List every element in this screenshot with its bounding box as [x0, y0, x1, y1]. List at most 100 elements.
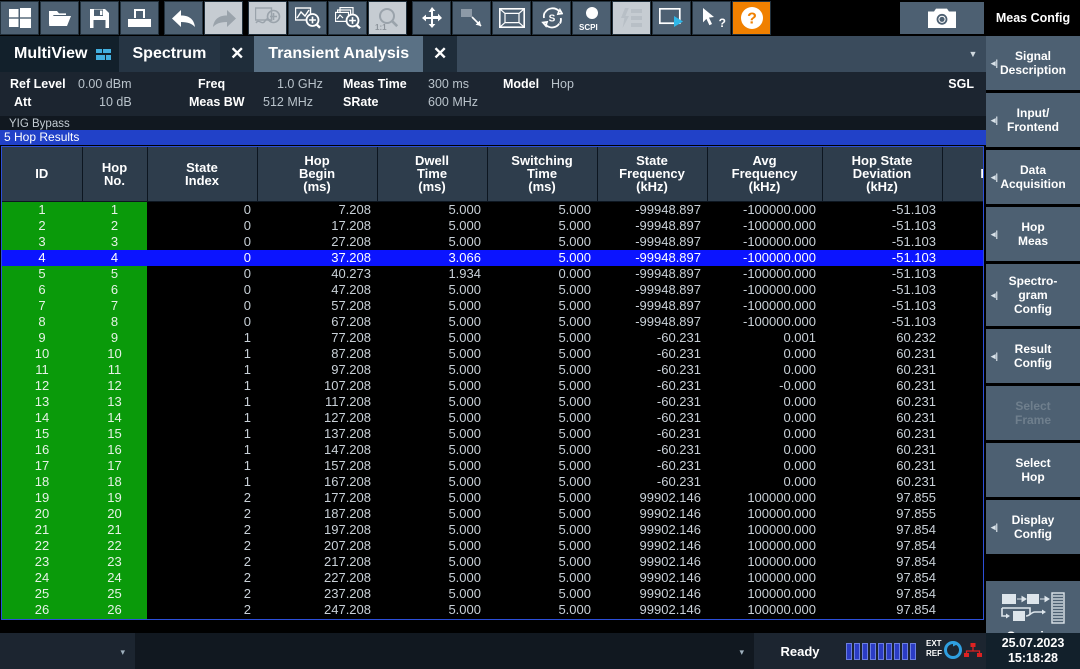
sequencer-icon[interactable]: S [532, 1, 571, 35]
save-as-printer-icon[interactable] [120, 1, 159, 35]
cell-id: 4 [2, 249, 82, 266]
cell-hop-no: 16 [82, 441, 147, 458]
table-row[interactable]: 22 22 2 207.208 5.000 5.000 99902.146 100000.00… [2, 537, 983, 554]
cell-dwell-time: 5.000 [377, 521, 487, 538]
cell-dwell-time: 5.000 [377, 361, 487, 378]
windows-start-icon[interactable] [0, 1, 39, 35]
softkey-data-acquisition[interactable]: ◂| Data Acquisition [986, 150, 1080, 204]
table-row[interactable]: 3 3 0 27.208 5.000 5.000 -99948.897 -100000.000… [2, 233, 983, 250]
table-row[interactable]: 23 23 2 217.208 5.000 5.000 99902.146 100000.00… [2, 553, 983, 570]
tab-spectrum[interactable]: Spectrum [118, 36, 221, 72]
table-row[interactable]: 12 12 1 107.208 5.000 5.000 -60.231 -0.000 60.23… [2, 377, 983, 394]
cell-relative-frequency [942, 393, 983, 410]
table-row[interactable]: 1 1 0 7.208 5.000 5.000 -99948.897 -100000.000-… [2, 201, 983, 218]
table-row[interactable]: 24 24 2 227.208 5.000 5.000 99902.146 100000.00… [2, 569, 983, 586]
cell-avg-frequency: 100000.000 [707, 617, 822, 619]
screenshot-camera-button[interactable] [900, 2, 984, 34]
select-marker-icon[interactable] [452, 1, 491, 35]
table-row[interactable]: 13 13 1 117.208 5.000 5.000 -60.231 0.000 60.231 [2, 393, 983, 410]
table-header-state-frequency[interactable]: State Frequency (kHz) [597, 147, 708, 202]
table-row[interactable]: 16 16 1 147.208 5.000 5.000 -60.231 0.000 60.231 [2, 441, 983, 458]
table-row[interactable]: 6 6 0 47.208 5.000 5.000 -99948.897 -100000.000… [2, 281, 983, 298]
softkey-display-config[interactable]: ◂| Display Config [986, 500, 1080, 554]
table-header-id[interactable]: ID [2, 147, 83, 202]
table-row[interactable]: 10 10 1 87.208 5.000 5.000 -60.231 0.000 60.231 [2, 345, 983, 362]
table-header-hop-begin[interactable]: Hop Begin (ms) [257, 147, 378, 202]
table-row[interactable]: 15 15 1 137.208 5.000 5.000 -60.231 0.000 60.231 [2, 425, 983, 442]
cell-switching-time: 5.000 [487, 393, 597, 410]
table-header-avg-frequency[interactable]: Avg Frequency (kHz) [707, 147, 823, 202]
table-row[interactable]: 18 18 1 167.208 5.000 5.000 -60.231 0.000 60.231 [2, 473, 983, 490]
window-run-icon[interactable] [652, 1, 691, 35]
submenu-arrow-icon: ◂| [991, 351, 999, 361]
header-line: (ms) [528, 179, 556, 195]
cell-id: 8 [2, 313, 82, 330]
cell-switching-time: 5.000 [487, 457, 597, 474]
tab-multiview[interactable]: MultiView [0, 36, 119, 72]
table-header-hop-no[interactable]: Hop No. [82, 147, 148, 202]
pointer-help-icon[interactable]: ? [692, 1, 731, 35]
cell-state-frequency: 99902.146 [597, 553, 707, 570]
table-header-state-index[interactable]: State Index [147, 147, 258, 202]
cell-hop-no: 3 [82, 233, 147, 250]
fullscreen-icon[interactable] [492, 1, 531, 35]
cell-state-frequency: -99948.897 [597, 297, 707, 314]
ref-level-value: 0.00 dBm [78, 77, 132, 91]
cell-avg-frequency: -100000.000 [707, 281, 822, 298]
scpi-recorder-icon[interactable]: SCPI [572, 1, 611, 35]
table-row[interactable]: 21 21 2 197.208 5.000 5.000 99902.146 100000.00… [2, 521, 983, 538]
softkey-input-frontend[interactable]: ◂| Input/Frontend [986, 93, 1080, 147]
table-row[interactable]: 27272257.2085.0005.00099902.146100000.00… [2, 617, 983, 619]
softkey-result-config[interactable]: ◂| Result Config [986, 329, 1080, 383]
table-row[interactable]: 5 5 0 40.273 1.934 0.000 -99948.897 -100000.000… [2, 265, 983, 282]
cell-hop-no: 14 [82, 409, 147, 426]
open-folder-icon[interactable] [40, 1, 79, 35]
cell-relative-frequency [942, 553, 983, 570]
single-zoom-icon[interactable] [288, 1, 327, 35]
status-bar-message-field[interactable]: ▾ [135, 633, 754, 669]
table-row[interactable]: 17 17 1 157.208 5.000 5.000 -60.231 0.000 60.231 [2, 457, 983, 474]
save-disk-icon[interactable] [80, 1, 119, 35]
header-line: (ms) [303, 179, 331, 195]
table-row[interactable]: 19 19 2 177.208 5.000 5.000 99902.146 100000.00… [2, 489, 983, 506]
table-row[interactable]: 8 8 0 67.208 5.000 5.000 -99948.897 -100000.000… [2, 313, 983, 330]
table-header-hop-state-deviation[interactable]: Hop State Deviation (kHz) [822, 147, 943, 202]
softkey-label: Data Acquisition [1000, 163, 1066, 191]
cell-state-frequency: -60.231 [597, 361, 707, 378]
cell-switching-time: 5.000 [487, 489, 597, 506]
table-row[interactable]: 26 26 2 247.208 5.000 5.000 99902.146 100000.00… [2, 601, 983, 618]
softkey-spectro-gram-config[interactable]: ◂| Spectro-gram Config [986, 264, 1080, 326]
table-header-relative-frequency[interactable]: RelatFreque(kHz [942, 147, 983, 202]
table-row[interactable]: 11 11 1 97.208 5.000 5.000 -60.231 0.000 60.231 [2, 361, 983, 378]
softkey-signal-description[interactable]: ◂| Signal Description [986, 36, 1080, 90]
table-header-switching-time[interactable]: Switching Time (ms) [487, 147, 598, 202]
table-row[interactable]: 20 20 2 187.208 5.000 5.000 99902.146 100000.00… [2, 505, 983, 522]
chevron-down-icon[interactable]: ▼ [960, 49, 986, 59]
tab-spectrum-close-icon[interactable]: ✕ [220, 36, 255, 72]
table-header-dwell-time[interactable]: Dwell Time (ms) [377, 147, 488, 202]
table-row[interactable]: 4 4 0 37.208 3.066 5.000 -99948.897 -100000.000… [2, 249, 983, 266]
tab-transient-close-icon[interactable]: ✕ [423, 36, 458, 72]
table-row[interactable]: 2 2 0 17.208 5.000 5.000 -99948.897 -100000.000… [2, 217, 983, 234]
softkey-hop-meas[interactable]: ◂| Hop Meas [986, 207, 1080, 261]
scpi-label: SCPI [579, 23, 598, 32]
chevron-down-icon: ▾ [120, 647, 125, 657]
hop-results-table-container[interactable]: ID Hop No. State Index Hop Begin (ms) Dwell Time(… [1, 146, 984, 620]
softkey-select-hop[interactable]: Select Hop [986, 443, 1080, 497]
cell-hop-no: 11 [82, 361, 147, 378]
table-row[interactable]: 14 14 1 127.208 5.000 5.000 -60.231 0.000 60.231 [2, 409, 983, 426]
undo-arrow-icon[interactable] [164, 1, 203, 35]
move-resize-icon[interactable] [412, 1, 451, 35]
help-question-icon[interactable]: ? [732, 1, 771, 35]
table-row[interactable]: 99177.2085.0005.000-60.2310.00160.232100… [2, 329, 983, 346]
table-row[interactable]: 25 25 2 237.208 5.000 5.000 99902.146 100000.00… [2, 585, 983, 602]
multiple-zoom-icon[interactable] [328, 1, 367, 35]
cell-relative-frequency [942, 201, 983, 218]
channel-tab-bar: MultiView Spectrum ✕ Transient Analysis … [0, 36, 986, 72]
tab-transient-analysis[interactable]: Transient Analysis [254, 36, 424, 72]
cell-hop-state-deviation: 97.854 [822, 569, 942, 586]
cell-relative-frequency [942, 473, 983, 490]
table-row[interactable]: 7 7 0 57.208 5.000 5.000 -99948.897 -100000.000… [2, 297, 983, 314]
cell-dwell-time: 5.000 [377, 377, 487, 394]
status-bar-left-dropdown[interactable]: ▾ [0, 633, 135, 669]
